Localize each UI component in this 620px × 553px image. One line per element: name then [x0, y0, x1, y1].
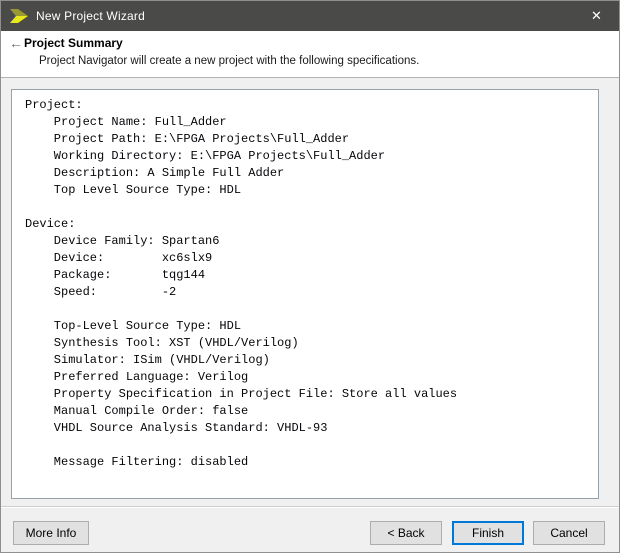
window-title: New Project Wizard [36, 9, 145, 23]
back-button[interactable]: < Back [370, 521, 442, 545]
more-info-button[interactable]: More Info [13, 521, 89, 545]
new-project-wizard-dialog: New Project Wizard ✕ ← Project Summary P… [0, 0, 620, 553]
project-summary-text: Project: Project Name: Full_Adder Projec… [25, 98, 458, 469]
button-bar-divider [1, 506, 619, 508]
finish-button[interactable]: Finish [452, 521, 524, 545]
page-title: Project Summary [24, 36, 123, 50]
project-summary-textarea[interactable]: Project: Project Name: Full_Adder Projec… [11, 89, 599, 499]
close-icon[interactable]: ✕ [574, 1, 619, 31]
back-arrow-icon: ← [9, 35, 23, 51]
wizard-header: ← Project Summary Project Navigator will… [1, 31, 619, 78]
xilinx-arrow-icon [9, 8, 29, 24]
cancel-button[interactable]: Cancel [533, 521, 605, 545]
title-bar: New Project Wizard ✕ [1, 1, 619, 31]
page-subtitle: Project Navigator will create a new proj… [39, 55, 420, 67]
